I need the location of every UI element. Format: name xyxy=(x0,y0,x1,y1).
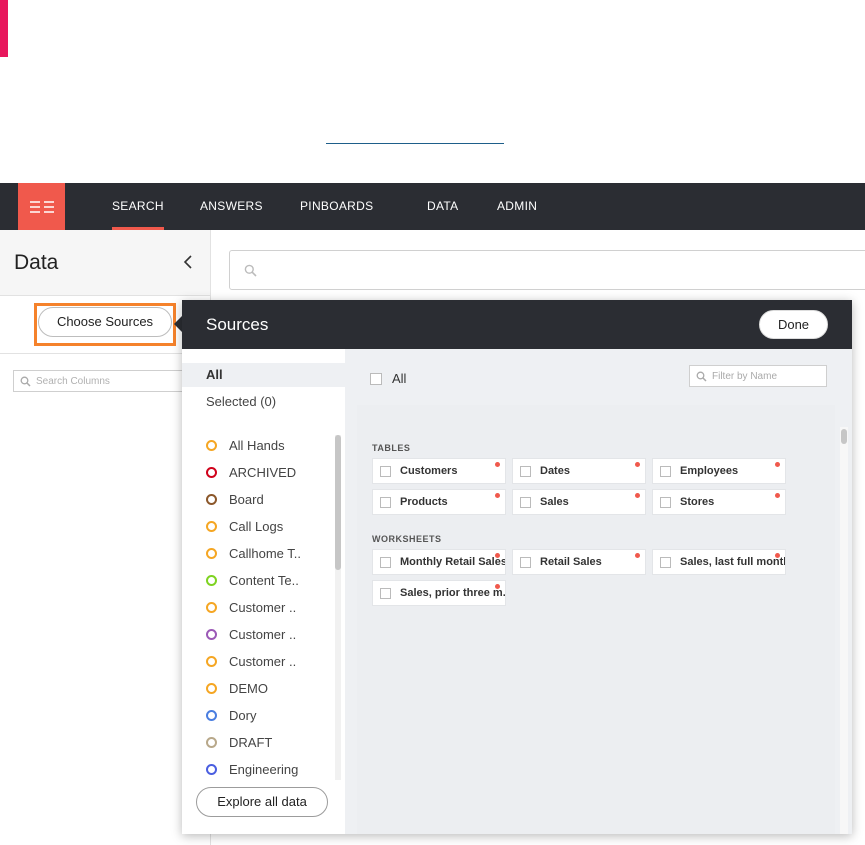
tag-item[interactable]: Call Logs xyxy=(206,516,283,536)
tag-color-icon xyxy=(206,628,217,640)
tag-item[interactable]: Dory xyxy=(206,705,256,725)
sources-dialog: Sources Done All Selected (0) All Hands … xyxy=(182,300,852,834)
source-status-dot xyxy=(495,493,500,498)
choose-sources-button[interactable]: Choose Sources xyxy=(38,307,172,337)
filter-by-name-input[interactable] xyxy=(712,369,822,384)
checkbox-icon xyxy=(660,465,671,477)
thoughtspot-logo[interactable] xyxy=(18,183,65,230)
checkbox-icon xyxy=(660,496,671,508)
data-panel-header: Data xyxy=(0,230,210,296)
top-navigation: SEARCH ANSWERS PINBOARDS DATA ADMIN xyxy=(0,183,865,230)
source-item-worksheet[interactable]: Sales, last full month xyxy=(652,549,786,575)
nav-pinboards[interactable]: PINBOARDS xyxy=(300,183,373,230)
tag-item[interactable]: Engineering xyxy=(206,759,298,779)
scrollbar-thumb[interactable] xyxy=(335,435,341,570)
source-status-dot xyxy=(495,584,500,589)
search-icon xyxy=(244,264,257,277)
tag-list: All Hands ARCHIVED Board Call Logs Callh… xyxy=(182,435,345,780)
source-item-table[interactable]: Dates xyxy=(512,458,646,484)
sources-list-area: All TABLES Customers Dates Employees Pro… xyxy=(345,349,852,834)
search-icon xyxy=(20,376,31,387)
checkbox-icon xyxy=(520,556,531,568)
checkbox-icon xyxy=(520,465,531,477)
filter-all[interactable]: All xyxy=(182,363,345,387)
tag-color-icon xyxy=(206,763,217,775)
checkbox-icon xyxy=(380,465,391,477)
checkbox-icon xyxy=(370,372,382,385)
tag-item[interactable]: All Hands xyxy=(206,435,285,455)
tag-item[interactable]: ARCHIVED xyxy=(206,462,296,482)
tag-item[interactable]: Customer .. xyxy=(206,651,296,671)
tag-color-icon xyxy=(206,439,217,451)
source-item-table[interactable]: Stores xyxy=(652,489,786,515)
logo-icon xyxy=(29,200,54,213)
search-columns-field xyxy=(13,370,185,392)
tables-section-label: TABLES xyxy=(372,443,411,453)
tag-item[interactable]: Customer .. xyxy=(206,597,296,617)
checkbox-icon xyxy=(660,556,671,568)
tag-item[interactable]: Callhome T.. xyxy=(206,543,301,563)
tag-color-icon xyxy=(206,682,217,694)
data-panel-title: Data xyxy=(14,251,59,274)
tag-item[interactable]: DRAFT xyxy=(206,732,272,752)
nav-admin[interactable]: ADMIN xyxy=(497,183,537,230)
sources-dialog-title: Sources xyxy=(206,315,269,334)
source-status-dot xyxy=(635,493,640,498)
sources-list: TABLES Customers Dates Employees Product… xyxy=(357,405,835,834)
sources-filter-sidebar: All Selected (0) All Hands ARCHIVED Boar… xyxy=(182,349,345,834)
source-status-dot xyxy=(775,493,780,498)
tag-item[interactable]: Board xyxy=(206,489,264,509)
checkbox-icon xyxy=(380,587,391,599)
tag-color-icon xyxy=(206,655,217,667)
source-item-worksheet[interactable]: Retail Sales xyxy=(512,549,646,575)
tag-item[interactable]: Customer .. xyxy=(206,624,296,644)
source-status-dot xyxy=(775,462,780,467)
tag-color-icon xyxy=(206,574,217,586)
source-status-dot xyxy=(495,553,500,558)
source-status-dot xyxy=(495,462,500,467)
source-item-worksheet[interactable]: Monthly Retail Sales xyxy=(372,549,506,575)
select-all-checkbox[interactable]: All xyxy=(370,371,406,386)
checkbox-icon xyxy=(520,496,531,508)
search-columns-input[interactable] xyxy=(36,373,181,389)
tag-color-icon xyxy=(206,601,217,613)
tag-color-icon xyxy=(206,493,217,505)
checkbox-icon xyxy=(380,556,391,568)
link-underline xyxy=(326,143,504,144)
source-item-table[interactable]: Sales xyxy=(512,489,646,515)
source-status-dot xyxy=(775,553,780,558)
chevron-left-icon[interactable] xyxy=(181,252,195,272)
tag-color-icon xyxy=(206,709,217,721)
explore-all-data-button[interactable]: Explore all data xyxy=(196,787,328,817)
tag-color-icon xyxy=(206,547,217,559)
checkbox-icon xyxy=(380,496,391,508)
scrollbar-thumb[interactable] xyxy=(841,429,847,444)
source-status-dot xyxy=(635,553,640,558)
source-status-dot xyxy=(635,462,640,467)
sources-dialog-header: Sources Done xyxy=(182,300,852,349)
nav-data[interactable]: DATA xyxy=(427,183,458,230)
source-item-table[interactable]: Products xyxy=(372,489,506,515)
tag-item[interactable]: Content Te.. xyxy=(206,570,299,590)
brand-accent-bar xyxy=(0,0,8,57)
tag-item[interactable]: DEMO xyxy=(206,678,268,698)
nav-search[interactable]: SEARCH xyxy=(112,183,164,230)
sources-list-scrollbar[interactable] xyxy=(840,427,848,834)
tag-color-icon xyxy=(206,466,217,478)
main-search-bar[interactable] xyxy=(229,250,865,290)
tag-list-scrollbar[interactable] xyxy=(335,435,341,780)
filter-by-name-field xyxy=(689,365,827,387)
tag-color-icon xyxy=(206,736,217,748)
nav-answers[interactable]: ANSWERS xyxy=(200,183,263,230)
source-item-worksheet[interactable]: Sales, prior three m.. xyxy=(372,580,506,606)
tag-color-icon xyxy=(206,520,217,532)
filter-selected[interactable]: Selected (0) xyxy=(206,394,276,409)
search-icon xyxy=(696,371,707,382)
done-button[interactable]: Done xyxy=(759,310,828,339)
worksheets-section-label: WORKSHEETS xyxy=(372,534,442,544)
source-item-table[interactable]: Employees xyxy=(652,458,786,484)
source-item-table[interactable]: Customers xyxy=(372,458,506,484)
